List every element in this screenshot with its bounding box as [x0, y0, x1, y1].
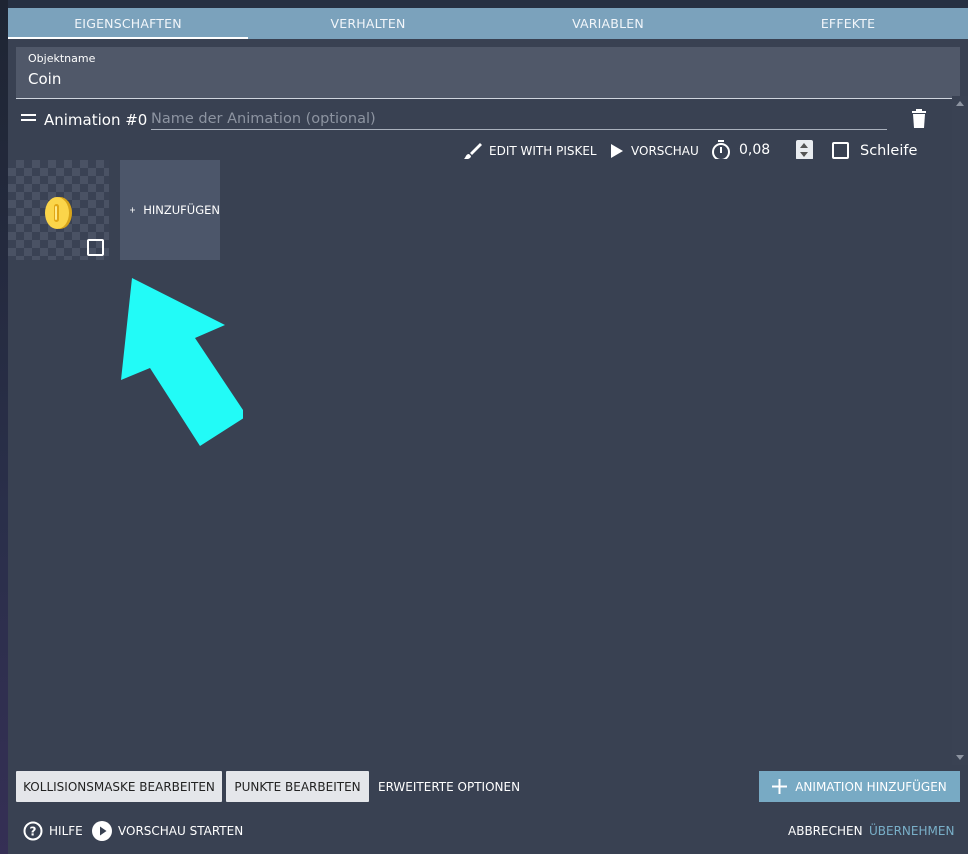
add-animation-label: ANIMATION HINZUFÜGEN [795, 779, 947, 794]
loop-label: Schleife [860, 143, 918, 159]
plus-icon [130, 207, 136, 213]
sprite-frame[interactable] [8, 160, 109, 260]
object-name-field[interactable]: Objektname Coin [16, 47, 960, 99]
advanced-options-button[interactable]: ERWEITERTE OPTIONEN [378, 771, 520, 802]
highlight-arrow-icon [121, 278, 243, 446]
add-animation-button[interactable]: ANIMATION HINZUFÜGEN [759, 771, 960, 802]
tab-verhalten[interactable]: VERHALTEN [248, 8, 488, 39]
scroll-up-icon[interactable] [956, 101, 964, 106]
object-editor-dialog: EIGENSCHAFTEN VERHALTEN VARIABLEN EFFEKT… [8, 8, 968, 854]
help-button[interactable]: ? HILFE [23, 820, 83, 842]
plus-icon [772, 779, 788, 794]
stepper-down-icon[interactable] [800, 152, 808, 157]
play-circle-icon [92, 821, 112, 841]
scroll-down-icon[interactable] [956, 755, 964, 760]
start-preview-button[interactable]: VORSCHAU STARTEN [92, 820, 243, 842]
loop-checkbox[interactable] [832, 142, 849, 159]
coin-sprite-icon [45, 197, 72, 229]
object-name-value[interactable]: Coin [28, 70, 948, 88]
frame-select-checkbox[interactable] [87, 239, 104, 256]
trash-icon[interactable] [910, 109, 928, 129]
sprite-frames-area: HINZUFÜGEN [8, 159, 952, 765]
object-name-label: Objektname [28, 52, 96, 65]
animation-name-input[interactable] [151, 108, 887, 130]
play-icon [611, 144, 623, 158]
help-icon: ? [23, 821, 43, 841]
drag-handle-icon[interactable] [21, 114, 36, 122]
apply-button[interactable]: ÜBERNEHMEN [869, 820, 954, 842]
tab-effekte[interactable]: EFFEKTE [728, 8, 968, 39]
edit-points-button[interactable]: PUNKTE BEARBEITEN [226, 771, 369, 802]
tab-eigenschaften[interactable]: EIGENSCHAFTEN [8, 8, 248, 39]
vertical-scrollbar[interactable] [952, 96, 968, 765]
fps-stepper[interactable] [796, 140, 813, 160]
background-window-edge [0, 0, 8, 854]
stepper-up-icon[interactable] [800, 143, 808, 148]
edit-with-piskel-label: EDIT WITH PISKEL [489, 144, 597, 158]
add-frame-button[interactable]: HINZUFÜGEN [120, 160, 220, 260]
animation-header: Animation #0 [8, 104, 952, 134]
animation-title: Animation #0 [44, 111, 148, 129]
cancel-button[interactable]: ABBRECHEN [788, 820, 863, 842]
brush-icon [464, 142, 482, 159]
start-preview-label: VORSCHAU STARTEN [118, 824, 244, 838]
background-window [0, 0, 968, 8]
add-frame-label: HINZUFÜGEN [143, 203, 220, 217]
svg-text:?: ? [30, 825, 37, 839]
tab-variablen[interactable]: VARIABLEN [488, 8, 728, 39]
tab-bar: EIGENSCHAFTEN VERHALTEN VARIABLEN EFFEKT… [8, 8, 968, 39]
help-label: HILFE [49, 824, 83, 838]
preview-label: VORSCHAU [631, 144, 699, 158]
edit-collision-mask-button[interactable]: KOLLISIONSMASKE BEARBEITEN [16, 771, 222, 802]
